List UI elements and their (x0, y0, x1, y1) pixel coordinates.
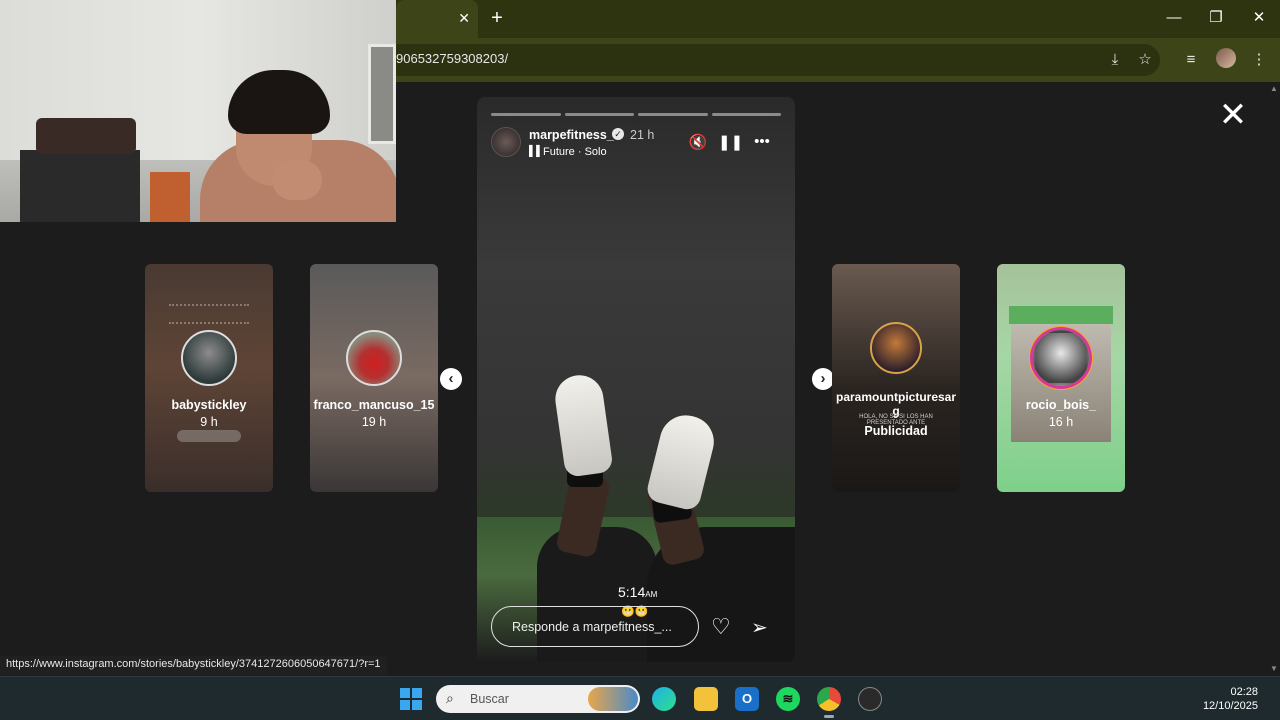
browser-tab[interactable]: ✕ (396, 0, 478, 38)
windows-taskbar: ⌕ Buscar O ≋ 02:28 12/10/2025 (0, 676, 1280, 720)
page-scrollbar[interactable]: ▲ ▼ (1268, 82, 1280, 676)
close-stories-button[interactable]: ✕ (1218, 98, 1248, 132)
story-username: babystickley (171, 398, 247, 412)
tray-time: 02:28 (1230, 686, 1258, 698)
like-heart-icon[interactable]: ♡ (711, 614, 731, 640)
story-username: rocio_bois_ (1025, 398, 1097, 412)
story-card-paramount-ad[interactable]: paramountpicturesar g HOLA, NO SE SI LOS… (832, 264, 960, 492)
windows-logo-tile (400, 700, 410, 710)
webcam-overlay (0, 0, 396, 222)
story-card-babystickley[interactable]: babystickley 9 h (145, 264, 273, 492)
next-story-button[interactable]: › (812, 368, 834, 390)
address-bar[interactable]: 906532759308203/ (380, 44, 1160, 76)
pause-icon[interactable]: ❚❚ (718, 133, 743, 151)
story-user-avatar[interactable] (491, 127, 521, 157)
tray-date: 12/10/2025 (1202, 700, 1258, 712)
story-progress-bar (491, 113, 781, 116)
tray-clock[interactable]: 02:28 12/10/2025 (1203, 685, 1258, 713)
progress-segment (711, 113, 781, 116)
send-icon[interactable]: ➢ (751, 615, 768, 640)
story-clock-time: 5:14 (618, 584, 646, 600)
story-sneaker-left (552, 372, 614, 478)
story-banner (1009, 306, 1113, 324)
progress-segment (638, 113, 708, 116)
story-music[interactable]: Future · Solo (543, 146, 607, 158)
windows-logo-tile (400, 688, 410, 698)
install-app-icon[interactable]: ⤓ (1104, 50, 1126, 70)
search-highlight-image (588, 687, 638, 711)
story-time: 16 h (1048, 415, 1074, 429)
story-time: 9 h (200, 415, 218, 429)
outlook-icon[interactable]: O (735, 687, 759, 711)
taskbar-search[interactable]: ⌕ Buscar (436, 685, 640, 713)
sponsored-label: Publicidad (864, 424, 928, 438)
start-button[interactable] (400, 688, 422, 710)
webcam-window (368, 44, 396, 144)
reply-placeholder: Responde a marpefitness_... (512, 620, 672, 634)
media-control-icon[interactable]: ≡ (1180, 50, 1202, 70)
story-sticker (177, 430, 241, 442)
music-icon: ▌▌ (529, 146, 544, 157)
previous-story-button[interactable]: ‹ (440, 368, 462, 390)
search-placeholder: Buscar (470, 692, 509, 706)
webcam-chair (150, 172, 190, 222)
mute-icon[interactable]: 🔇 (688, 133, 708, 151)
recording-app-icon[interactable] (858, 687, 882, 711)
minimize-button[interactable]: — (1160, 6, 1188, 30)
story-clock-text: 5:14AM (618, 584, 657, 600)
scroll-down-icon[interactable]: ▼ (1270, 664, 1278, 673)
active-story[interactable]: marpefitness_ ✓ 21 h ▌▌ Future · Solo 🔇 … (477, 97, 795, 662)
progress-segment (491, 113, 561, 116)
spotify-icon[interactable]: ≋ (776, 687, 800, 711)
scroll-up-icon[interactable]: ▲ (1270, 84, 1278, 93)
story-time-ago: 21 h (630, 128, 655, 142)
avatar (346, 330, 402, 386)
windows-logo-tile (412, 688, 422, 698)
story-username[interactable]: marpefitness_ (529, 128, 614, 142)
active-app-indicator (824, 715, 834, 718)
avatar (1033, 330, 1089, 386)
story-card-rocio-bois[interactable]: rocio_bois_ 16 h (997, 264, 1125, 492)
file-explorer-icon[interactable] (694, 687, 718, 711)
search-icon: ⌕ (446, 690, 454, 706)
windows-logo-tile (412, 700, 422, 710)
webcam-shelf-items (36, 118, 136, 154)
webcam-person-hand (272, 160, 322, 200)
progress-segment (564, 113, 634, 116)
edge-icon[interactable] (652, 687, 676, 711)
close-window-button[interactable]: ✕ (1245, 6, 1273, 30)
story-sneaker-right (644, 409, 720, 513)
address-url: 906532759308203/ (396, 51, 509, 66)
close-tab-icon[interactable]: ✕ (458, 9, 470, 27)
status-bar-url: https://www.instagram.com/stories/babyst… (0, 656, 387, 675)
avatar (181, 330, 237, 386)
story-caption-lines (169, 304, 249, 324)
menu-kebab-icon[interactable]: ⋮ (1248, 50, 1270, 70)
webcam-shelf (20, 150, 140, 222)
screen: ✕ + — ❐ ✕ 906532759308203/ ⤓ ☆ ≡ ⋮ ▲ ▼ ✕ (0, 0, 1280, 720)
more-options-icon[interactable]: ••• (752, 133, 772, 150)
verified-badge-icon: ✓ (612, 128, 624, 140)
bookmark-star-icon[interactable]: ☆ (1134, 50, 1156, 70)
story-card-franco-mancuso[interactable]: franco_mancuso_15 19 h (310, 264, 438, 492)
story-clock-suffix: AM (645, 590, 658, 599)
chrome-icon[interactable] (817, 687, 841, 711)
reply-input[interactable]: Responde a marpefitness_... (491, 606, 699, 647)
profile-avatar[interactable] (1216, 48, 1236, 68)
avatar (870, 322, 922, 374)
story-time: 19 h (361, 415, 387, 429)
story-username: franco_mancuso_15 (313, 398, 435, 412)
restore-button[interactable]: ❐ (1202, 6, 1230, 30)
new-tab-button[interactable]: + (486, 7, 508, 29)
